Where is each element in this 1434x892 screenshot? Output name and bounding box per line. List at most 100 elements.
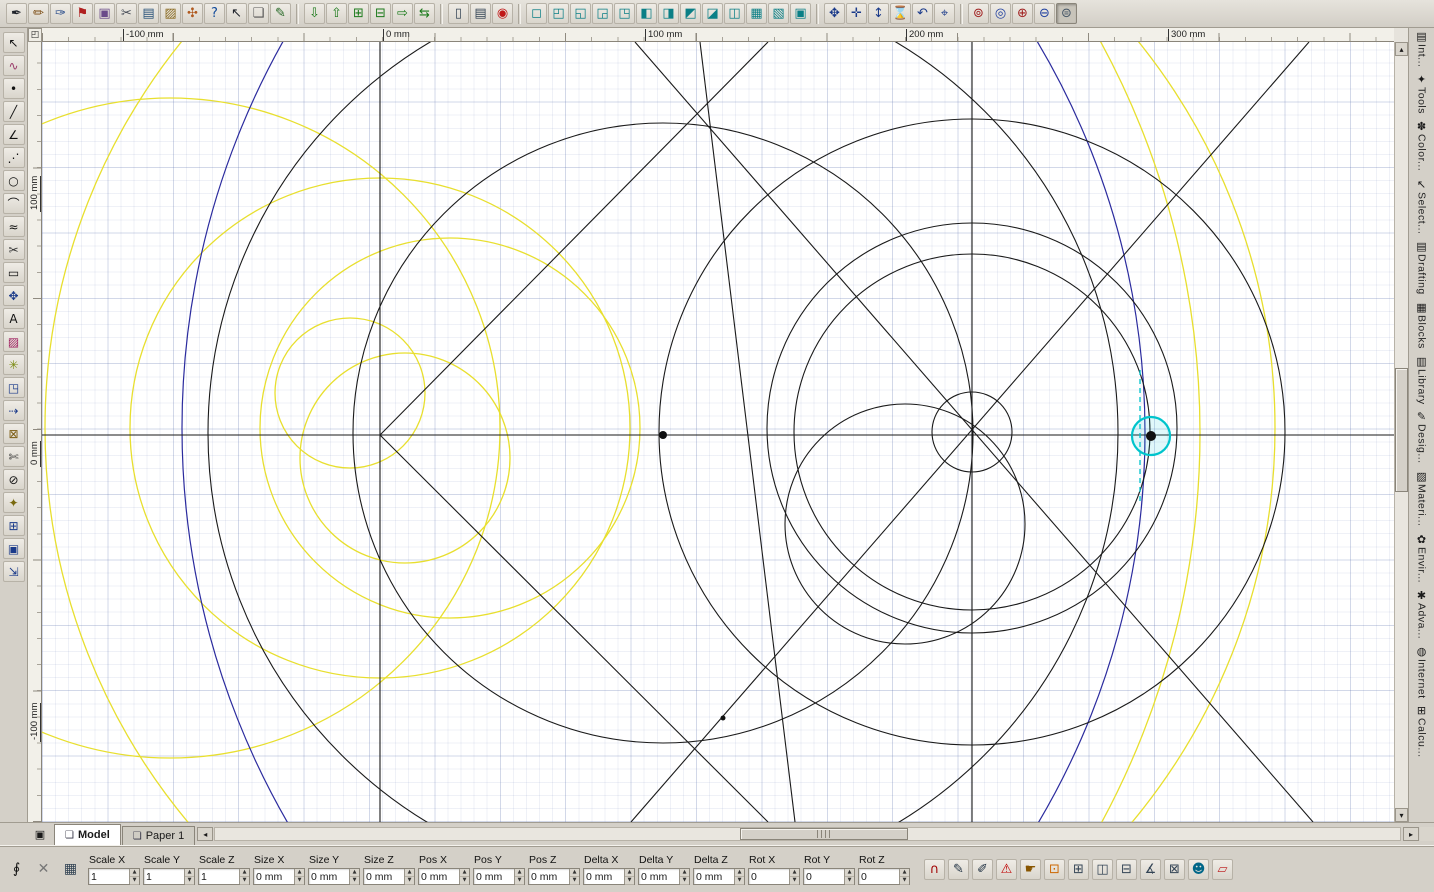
insert-block-icon[interactable]: ⊞	[348, 3, 369, 24]
rot-y-spin-up[interactable]: ▲	[845, 868, 854, 877]
point-marker[interactable]	[1146, 431, 1156, 441]
pen-tool-icon[interactable]: ✒	[6, 3, 27, 24]
frame-icon[interactable]: ▯	[448, 3, 469, 24]
sidebar-tab-drafting[interactable]: ▤ Drafting	[1416, 240, 1428, 295]
size-x-spin-down[interactable]: ▼	[295, 876, 304, 885]
horizontal-scrollbar[interactable]	[214, 827, 1401, 841]
draw-pen-icon[interactable]: ✐	[972, 858, 993, 880]
sidebar-tab-desig[interactable]: ✎ Desig...	[1416, 410, 1428, 464]
attach-icon[interactable]: ⇨	[392, 3, 413, 24]
annotate-icon[interactable]: ☛	[1020, 858, 1041, 880]
pan-icon[interactable]: ✥	[824, 3, 845, 24]
sheets-icon[interactable]: ▣	[30, 826, 50, 842]
iso-nw-view-icon[interactable]: ◧	[636, 3, 657, 24]
scroll-up-button[interactable]: ▴	[1395, 42, 1408, 56]
sidebar-tab-adva[interactable]: ✱ Adva...	[1416, 589, 1428, 639]
star-icon[interactable]: ✦	[2, 492, 25, 513]
properties-icon[interactable]: ▤	[470, 3, 491, 24]
size-z-spin-down[interactable]: ▼	[405, 876, 414, 885]
jump-arrow-icon[interactable]: ⇢	[2, 400, 25, 421]
stop-icon[interactable]: ◉	[492, 3, 513, 24]
paint-icon[interactable]: ▨	[2, 331, 25, 352]
pos-z-spin-down[interactable]: ▼	[570, 876, 579, 885]
hidden-line-view-icon[interactable]: ◰	[548, 3, 569, 24]
field-input-pos-z[interactable]: 0 mm ▲ ▼	[528, 867, 580, 885]
layers-icon[interactable]: ▤	[138, 3, 159, 24]
intersect-selection-icon[interactable]: ⊜	[1056, 3, 1077, 24]
iso-ne-view-icon[interactable]: ◳	[614, 3, 635, 24]
table-icon[interactable]: ⊞	[1068, 858, 1089, 880]
vertical-scroll-thumb[interactable]	[1395, 368, 1408, 492]
delta-z-spin-down[interactable]: ▼	[735, 876, 744, 885]
knife-icon[interactable]: ✄	[2, 446, 25, 467]
field-input-delta-z[interactable]: 0 mm ▲ ▼	[693, 867, 745, 885]
edit-node-icon[interactable]: ∿	[2, 55, 25, 76]
construction-circle[interactable]	[181, 42, 1394, 822]
hatch-icon[interactable]: ▨	[160, 3, 181, 24]
iso-se-view-icon[interactable]: ◨	[658, 3, 679, 24]
scale-x-spin-up[interactable]: ▲	[130, 868, 139, 877]
iso-sw-view-icon[interactable]: ◩	[680, 3, 701, 24]
field-input-rot-x[interactable]: 0 ▲ ▼	[748, 867, 800, 885]
center-view-icon[interactable]: ✛	[846, 3, 867, 24]
sheet-tab-model[interactable]: ❏ Model	[54, 824, 121, 845]
construction-icon[interactable]: ⋰	[2, 147, 25, 168]
link-icon[interactable]: ⇆	[414, 3, 435, 24]
size-x-spin-up[interactable]: ▲	[295, 868, 304, 877]
field-input-size-x[interactable]: 0 mm ▲ ▼	[253, 867, 305, 885]
point-marker[interactable]	[720, 715, 726, 721]
small-grid-icon[interactable]: ⊟	[1116, 858, 1137, 880]
delta-x-spin-up[interactable]: ▲	[625, 868, 634, 877]
construction-circle[interactable]	[259, 237, 641, 619]
subtract-selection-icon[interactable]: ⊖	[1034, 3, 1055, 24]
zoom-window-icon[interactable]: ◳	[2, 377, 25, 398]
stamp-icon[interactable]: ▣	[94, 3, 115, 24]
palette-icon[interactable]: ✣	[182, 3, 203, 24]
snap-indicator-icon[interactable]: ∮	[6, 859, 27, 880]
rot-x-spin-up[interactable]: ▲	[790, 868, 799, 877]
flag-icon[interactable]: ⚑	[72, 3, 93, 24]
note-icon[interactable]: ❏	[248, 3, 269, 24]
zoom-vertical-icon[interactable]: ↕	[868, 3, 889, 24]
pos-y-spin-down[interactable]: ▼	[515, 876, 524, 885]
rot-z-spin-up[interactable]: ▲	[900, 868, 909, 877]
size-y-spin-down[interactable]: ▼	[350, 876, 359, 885]
construction-line[interactable]	[699, 42, 796, 822]
sidebar-tab-envir[interactable]: ✿ Envir...	[1416, 533, 1428, 583]
size-z-spin-up[interactable]: ▲	[405, 868, 414, 877]
palette-box-icon[interactable]: ⊡	[1044, 858, 1065, 880]
scale-x-spin-down[interactable]: ▼	[130, 876, 139, 885]
format-brush-icon[interactable]: ✎	[270, 3, 291, 24]
polyline-icon[interactable]: ∠	[2, 124, 25, 145]
vertical-scrollbar[interactable]: ▴ ▾	[1394, 42, 1408, 822]
delta-z-spin-up[interactable]: ▲	[735, 868, 744, 877]
magnet-snap-icon[interactable]: ∩	[924, 858, 945, 880]
clear-selection-icon[interactable]: ✕	[33, 859, 54, 880]
rot-x-spin-down[interactable]: ▼	[790, 876, 799, 885]
pos-z-spin-up[interactable]: ▲	[570, 868, 579, 877]
sidebar-tab-tools[interactable]: ✦ Tools	[1416, 73, 1428, 114]
rot-y-spin-down[interactable]: ▼	[845, 876, 854, 885]
construction-circle[interactable]	[42, 42, 1146, 822]
left-view-icon[interactable]: ▧	[768, 3, 789, 24]
scissors-tool-icon[interactable]: ✂	[2, 239, 25, 260]
scroll-left-button[interactable]: ◂	[197, 827, 214, 841]
field-input-size-z[interactable]: 0 mm ▲ ▼	[363, 867, 415, 885]
export-icon[interactable]: ⇧	[326, 3, 347, 24]
scale-z-spin-up[interactable]: ▲	[240, 868, 249, 877]
sheet-tab-paper-1[interactable]: ❏ Paper 1	[121, 826, 196, 845]
scroll-right-button[interactable]: ▸	[1403, 827, 1419, 841]
field-input-delta-x[interactable]: 0 mm ▲ ▼	[583, 867, 635, 885]
line-icon[interactable]: ╱	[2, 101, 25, 122]
sidebar-tab-select[interactable]: ↖ Select...	[1416, 178, 1428, 234]
perspective-view-icon[interactable]: ◲	[592, 3, 613, 24]
field-input-delta-y[interactable]: 0 mm ▲ ▼	[638, 867, 690, 885]
undo-view-icon[interactable]: ↶	[912, 3, 933, 24]
move-icon[interactable]: ✥	[2, 285, 25, 306]
context-help-icon[interactable]: ↖	[226, 3, 247, 24]
camera-view-icon[interactable]: ▣	[790, 3, 811, 24]
angle-snap-icon[interactable]: ∡	[1140, 858, 1161, 880]
construction-line[interactable]	[634, 42, 1314, 822]
size-y-spin-up[interactable]: ▲	[350, 868, 359, 877]
field-input-rot-y[interactable]: 0 ▲ ▼	[803, 867, 855, 885]
